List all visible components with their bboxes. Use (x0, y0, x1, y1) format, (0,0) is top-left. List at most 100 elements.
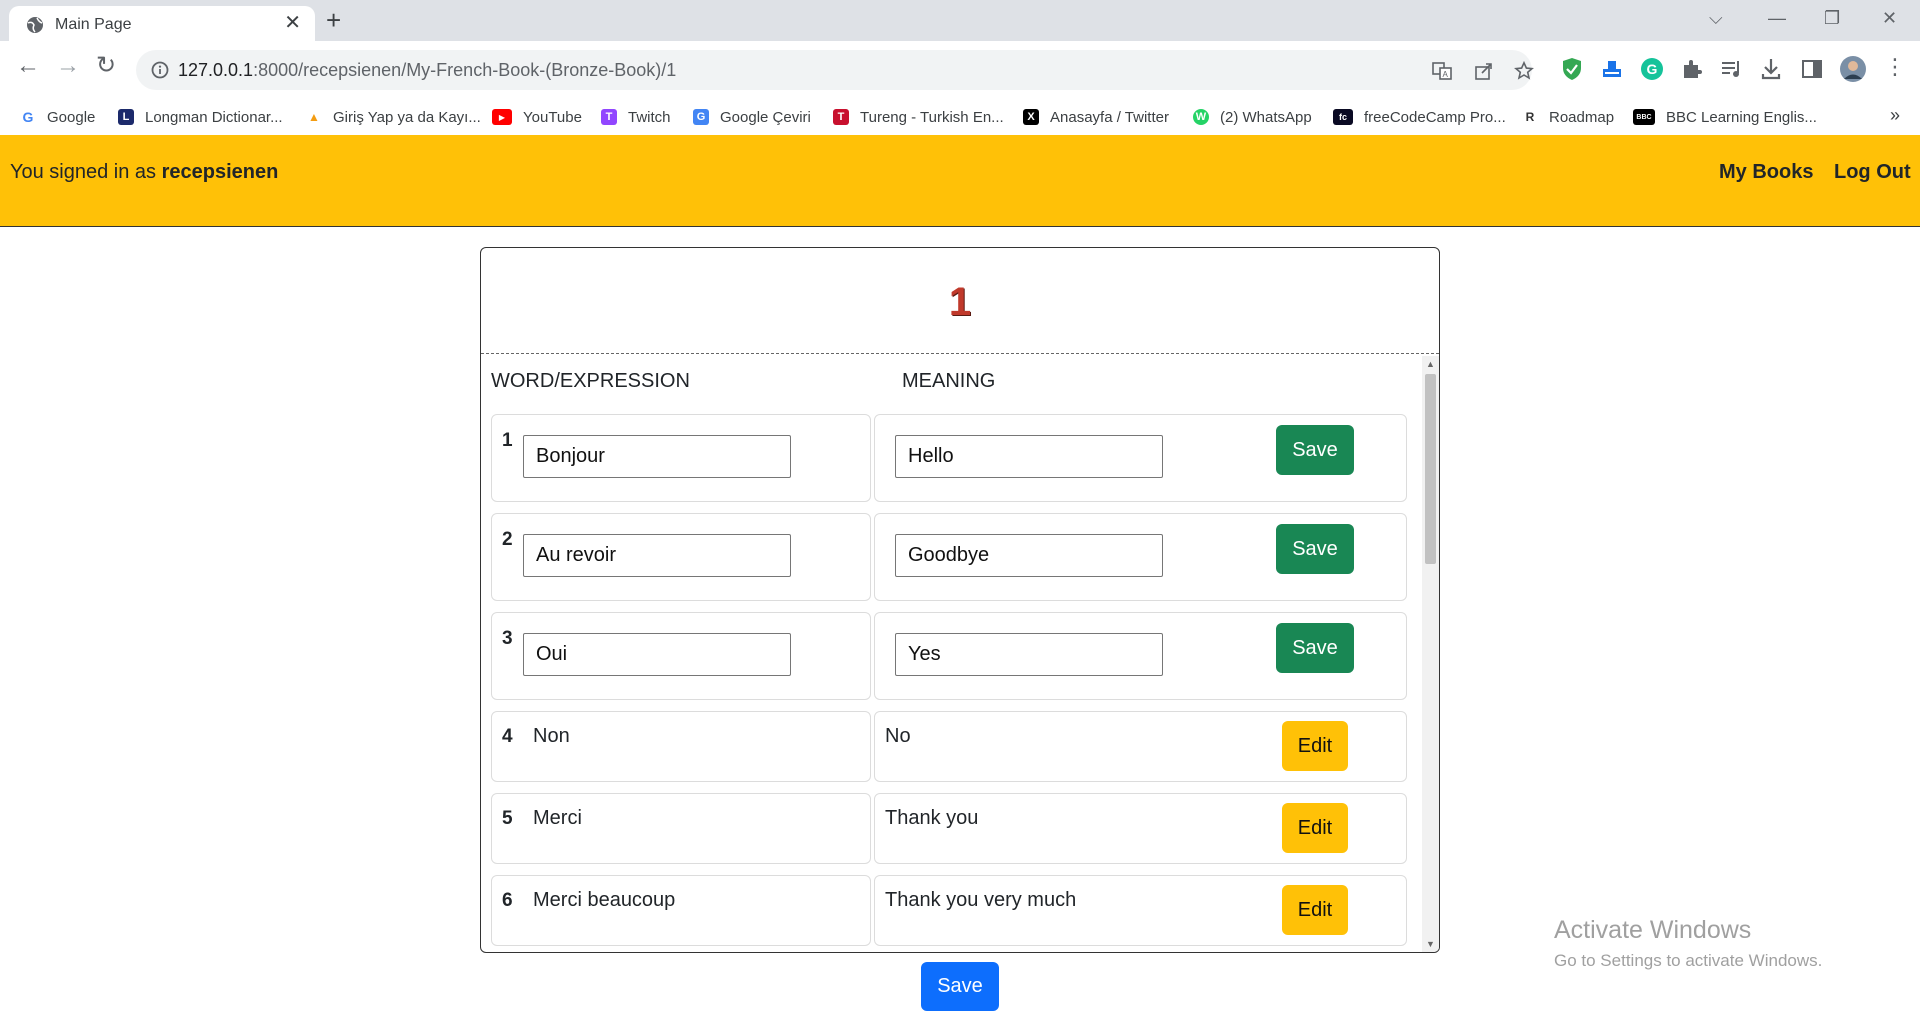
row-edit-button[interactable]: Edit (1282, 721, 1348, 771)
scrollbar-thumb[interactable] (1425, 374, 1436, 564)
x-twitter-icon: X (1023, 109, 1039, 125)
grammarly-icon[interactable]: G (1640, 57, 1664, 81)
bookmarks-overflow-icon[interactable]: » (1890, 105, 1900, 126)
bookmark-giris-yap[interactable]: ▲ Giriş Yap ya da Kayı... (306, 107, 481, 127)
meaning-text: Thank you very much (885, 889, 1077, 911)
page-number: 1 (948, 280, 972, 324)
bookmark-label: freeCodeCamp Pro... (1364, 108, 1506, 126)
row-save-button[interactable]: Save (1276, 623, 1354, 673)
minimize-icon[interactable]: — (1768, 6, 1786, 30)
bookmark-label: Twitch (628, 108, 671, 126)
scroll-up-arrow-icon[interactable]: ▲ (1422, 358, 1439, 370)
extensions-puzzle-icon[interactable] (1681, 58, 1703, 80)
url-path: :8000/recepsienen/My-French-Book-(Bronze… (253, 60, 677, 80)
shield-extension-icon[interactable] (1561, 57, 1583, 81)
bookmark-google-ceviri[interactable]: G Google Çeviri (693, 107, 811, 127)
profile-avatar[interactable] (1839, 55, 1867, 83)
bookmark-label: Anasayfa / Twitter (1050, 108, 1169, 126)
word-input[interactable] (523, 633, 791, 676)
bbc-icon: BBC (1633, 109, 1655, 125)
restore-icon[interactable]: ❐ (1824, 6, 1840, 30)
scroll-down-arrow-icon[interactable]: ▼ (1422, 938, 1439, 950)
row-number: 4 (502, 726, 513, 747)
twitch-icon: T (601, 109, 617, 125)
bookmark-freecodecamp[interactable]: fc freeCodeCamp Pro... (1333, 107, 1506, 127)
roadmap-icon: R (1522, 109, 1538, 125)
site-header: You signed in as recepsienen My Books Lo… (0, 135, 1920, 227)
browser-menu-icon[interactable]: ⋮ (1884, 55, 1906, 79)
translate-icon[interactable]: A (1432, 61, 1452, 81)
word-text: Merci beaucoup (533, 889, 676, 911)
word-input[interactable] (523, 534, 791, 577)
meaning-input[interactable] (895, 534, 1163, 577)
activate-title: Activate Windows (1554, 916, 1752, 944)
tureng-icon: T (833, 109, 849, 125)
reload-icon[interactable]: ↻ (96, 54, 116, 78)
row-edit-button[interactable]: Edit (1282, 803, 1348, 853)
log-out-link[interactable]: Log Out (1834, 161, 1911, 184)
row-save-button[interactable]: Save (1276, 425, 1354, 475)
browser-tab[interactable]: Main Page ✕ (9, 6, 315, 41)
bookmark-label: BBC Learning Englis... (1666, 108, 1817, 126)
longman-icon: L (118, 109, 134, 125)
site-info-icon[interactable] (150, 60, 170, 80)
signed-in-text: You signed in as recepsienen (10, 161, 278, 184)
word-cell: 1 (491, 414, 871, 502)
download-icon[interactable] (1760, 57, 1782, 81)
meaning-input[interactable] (895, 435, 1163, 478)
row-number: 5 (502, 808, 513, 829)
bookmark-label: Google Çeviri (720, 108, 811, 126)
side-panel-icon[interactable] (1801, 58, 1823, 80)
row-edit-button[interactable]: Edit (1282, 885, 1348, 935)
tab-search-icon[interactable]: ⌵ (1709, 6, 1723, 30)
globe-icon (27, 17, 43, 33)
meaning-cell: Thank you very much Edit (874, 875, 1407, 946)
google-icon: G (20, 109, 36, 125)
save-page-button[interactable]: Save (921, 962, 999, 1011)
share-icon[interactable] (1474, 61, 1494, 81)
bookmark-google[interactable]: G Google (20, 107, 95, 127)
window-close-icon[interactable]: ✕ (1882, 6, 1897, 30)
bookmark-youtube[interactable]: ▶ YouTube (492, 107, 582, 127)
bookmark-label: Tureng - Turkish En... (860, 108, 1004, 126)
svg-text:A: A (1443, 70, 1449, 79)
word-text: Non (533, 725, 570, 747)
word-cell: 2 (491, 513, 871, 601)
bookmark-roadmap[interactable]: R Roadmap (1522, 107, 1614, 127)
row-number: 1 (502, 430, 513, 451)
url-text[interactable]: 127.0.0.1:8000/recepsienen/My-French-Boo… (178, 60, 676, 81)
bookmark-longman[interactable]: L Longman Dictionar... (118, 107, 283, 127)
tab-strip: Main Page ✕ + ⌵ — ❐ ✕ (0, 0, 1920, 41)
word-input[interactable] (523, 435, 791, 478)
row-save-button[interactable]: Save (1276, 524, 1354, 574)
words-scrollbar[interactable]: ▲ ▼ (1422, 356, 1439, 952)
media-queue-icon[interactable] (1720, 58, 1742, 80)
back-arrow-icon[interactable]: ← (16, 54, 40, 78)
meaning-cell: Thank you Edit (874, 793, 1407, 864)
bookmark-tureng[interactable]: T Tureng - Turkish En... (833, 107, 1004, 127)
address-bar[interactable]: 127.0.0.1:8000/recepsienen/My-French-Boo… (136, 50, 1534, 90)
activate-windows-watermark: Activate Windows Go to Settings to activ… (1554, 916, 1822, 971)
word-text: Merci (533, 807, 582, 829)
bookmark-bbc[interactable]: BBC BBC Learning Englis... (1633, 107, 1817, 127)
my-books-link[interactable]: My Books (1719, 161, 1813, 184)
forward-arrow-icon[interactable]: → (56, 54, 80, 78)
bookmark-twitter[interactable]: X Anasayfa / Twitter (1023, 107, 1169, 127)
bookmark-label: Giriş Yap ya da Kayı... (333, 108, 481, 126)
meaning-input[interactable] (895, 633, 1163, 676)
meaning-cell: No Edit (874, 711, 1407, 782)
word-cell: 4 Non (491, 711, 871, 782)
meaning-text: No (885, 725, 911, 747)
bookmark-twitch[interactable]: T Twitch (601, 107, 671, 127)
rocket-icon: ▲ (306, 109, 322, 125)
close-tab-icon[interactable]: ✕ (284, 13, 301, 33)
stamp-extension-icon[interactable] (1600, 57, 1624, 81)
bookmark-star-icon[interactable] (1514, 61, 1534, 81)
svg-text:G: G (1647, 61, 1658, 77)
url-host: 127.0.0.1 (178, 60, 254, 80)
meaning-cell: Save (874, 612, 1407, 700)
activate-subtitle: Go to Settings to activate Windows. (1554, 951, 1823, 970)
book-page-card: 1 WORD/EXPRESSION MEANING 1 Save 2 Save … (480, 247, 1440, 953)
new-tab-icon[interactable]: + (326, 7, 341, 33)
bookmark-whatsapp[interactable]: W (2) WhatsApp (1193, 107, 1312, 127)
